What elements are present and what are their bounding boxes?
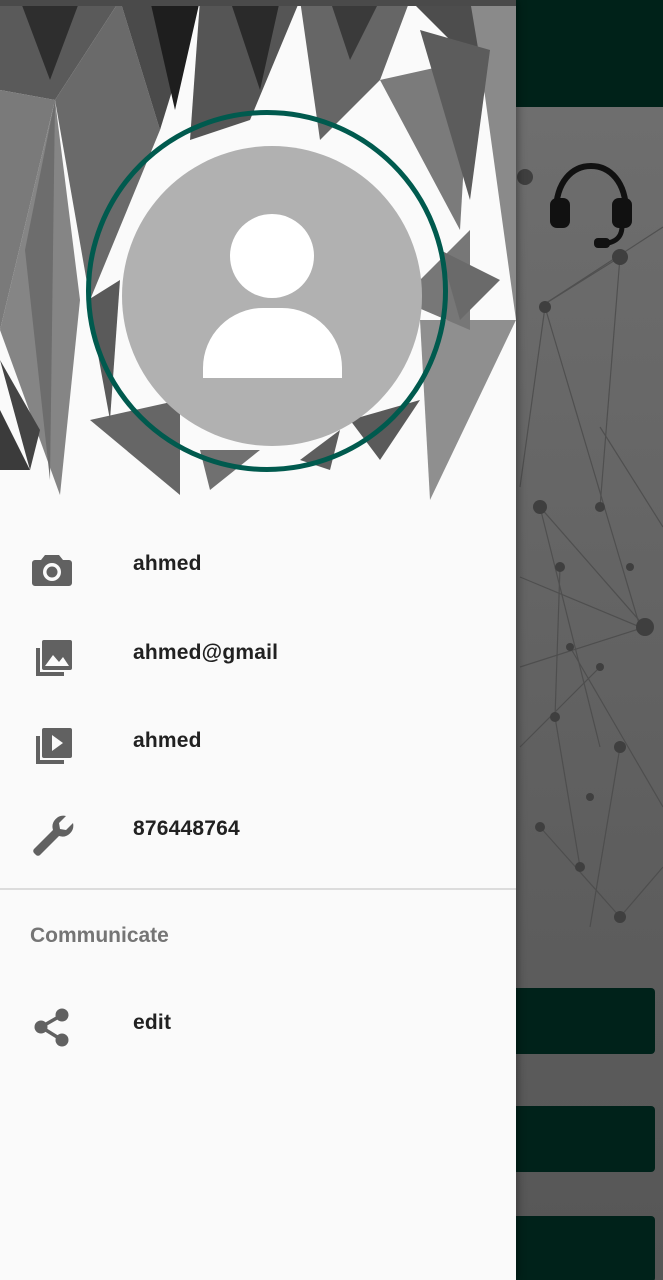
wrench-icon [30, 812, 74, 856]
menu-item-phone[interactable]: 876448764 [0, 787, 516, 875]
camera-icon [30, 547, 74, 591]
menu-item-label: edit [133, 1011, 172, 1034]
menu-item-email[interactable]: ahmed@gmail [0, 611, 516, 699]
drawer-header [0, 0, 516, 505]
menu-item-label: 876448764 [133, 817, 240, 840]
menu-item-edit[interactable]: edit [0, 981, 516, 1069]
status-bar [0, 0, 516, 6]
navigation-drawer: ahmed ahmed@gmail ahmed 876448764 Commun… [0, 0, 516, 1280]
headset-icon[interactable] [548, 160, 634, 252]
section-title-communicate: Communicate [30, 924, 169, 947]
divider [0, 888, 516, 890]
person-icon [230, 214, 314, 298]
menu-item-label: ahmed@gmail [133, 641, 279, 664]
gallery-icon [30, 636, 74, 680]
share-icon [30, 1006, 74, 1050]
menu-item-slideshow[interactable]: ahmed [0, 699, 516, 787]
menu-item-label: ahmed [133, 552, 202, 575]
profile-avatar[interactable] [122, 146, 422, 446]
menu-item-name[interactable]: ahmed [0, 522, 516, 610]
slideshow-icon [30, 724, 74, 768]
menu-item-label: ahmed [133, 729, 202, 752]
